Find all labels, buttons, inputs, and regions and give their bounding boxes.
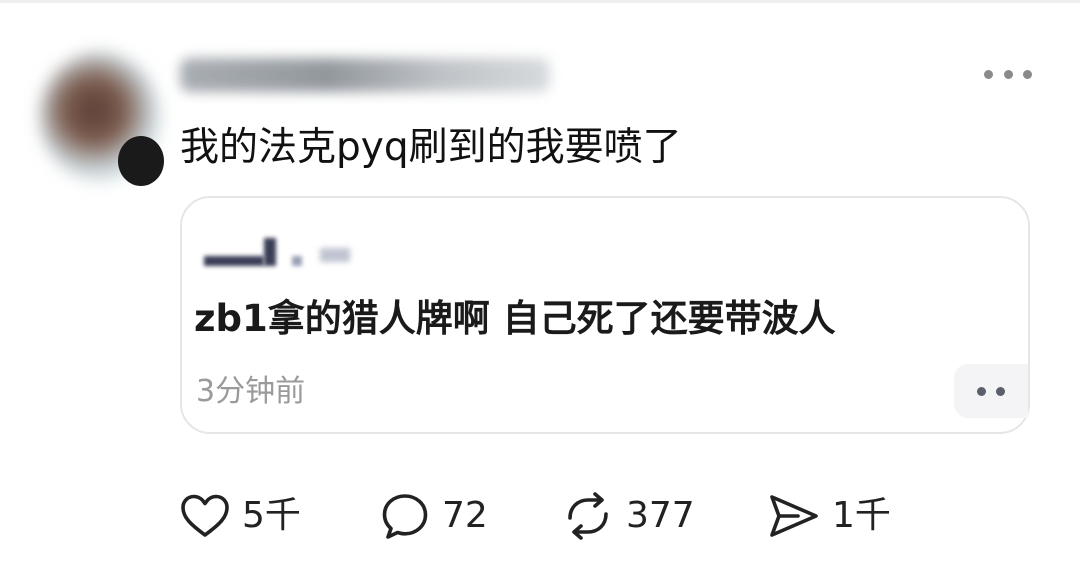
more-dots-icon — [977, 386, 986, 396]
share-count: 1千 — [832, 495, 891, 536]
quoted-more-button[interactable] — [954, 364, 1028, 418]
thread-post: 我的法克pyq刷到的我要喷了 zb1拿的猎人牌啊 自己死了还要带波人 3分钟前 … — [0, 0, 1080, 568]
more-dots-icon — [984, 69, 993, 79]
action-bar: 5千 72 377 1千 — [180, 490, 920, 542]
send-arrow-icon — [770, 495, 818, 537]
avatar-badge — [118, 136, 164, 186]
comment-count: 72 — [442, 495, 488, 536]
top-divider — [0, 0, 1080, 3]
repost-arrows-icon — [568, 492, 608, 540]
quoted-post-text: zb1拿的猎人牌啊 自己死了还要带波人 — [194, 297, 836, 340]
quoted-post-timestamp: 3分钟前 — [196, 374, 306, 409]
comment-bubble-icon — [382, 494, 428, 539]
post-text: 我的法克pyq刷到的我要喷了 — [180, 125, 682, 170]
heart-icon — [181, 494, 229, 537]
username-redacted[interactable] — [180, 58, 550, 92]
comment-button[interactable]: 72 — [380, 490, 488, 542]
quoted-post-card[interactable]: zb1拿的猎人牌啊 自己死了还要带波人 3分钟前 — [180, 196, 1030, 434]
quoted-author-redacted — [202, 232, 350, 266]
like-button[interactable]: 5千 — [180, 490, 301, 542]
repost-count: 377 — [626, 495, 695, 536]
repost-button[interactable]: 377 — [562, 490, 695, 542]
share-button[interactable]: 1千 — [768, 490, 891, 542]
like-count: 5千 — [242, 495, 301, 536]
more-options-button[interactable] — [984, 64, 1032, 84]
